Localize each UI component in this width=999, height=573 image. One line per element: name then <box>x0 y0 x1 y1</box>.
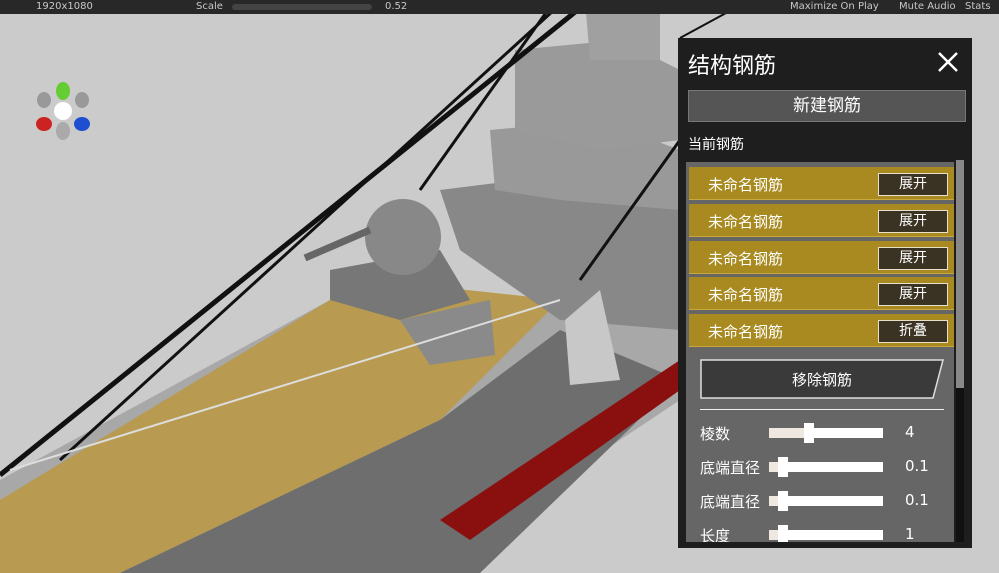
slider-value: 1 <box>905 525 915 542</box>
slider-track[interactable] <box>769 457 883 477</box>
scale-slider[interactable] <box>232 4 372 10</box>
orientation-gizmo-icon[interactable] <box>30 78 96 144</box>
slider-value: 0.1 <box>905 491 929 509</box>
slider-label: 底端直径 <box>700 459 761 477</box>
slider-track[interactable] <box>769 525 883 542</box>
slider-handle[interactable] <box>777 525 788 542</box>
slider-list: 棱数 4 底端直径 0.1 底端直径 0.1 长度 1 <box>678 38 954 542</box>
slider-handle[interactable] <box>777 457 788 477</box>
structural-rebar-panel: 结构钢筋 新建钢筋 当前钢筋 未命名钢筋 展开 未命名钢筋 展开 未命名钢筋 展开 未… <box>678 38 972 548</box>
slider-value: 4 <box>905 423 915 441</box>
slider-label: 棱数 <box>700 425 731 443</box>
slider-value: 0.1 <box>905 457 929 475</box>
slider-row: 底端直径 0.1 <box>700 453 950 483</box>
scale-label: Scale <box>196 1 223 12</box>
stats-toggle[interactable]: Stats <box>965 0 991 14</box>
slider-row: 棱数 4 <box>700 419 950 449</box>
slider-handle[interactable] <box>803 423 814 443</box>
game-view-toolbar: 1920x1080 Scale 0.52 Maximize On Play Mu… <box>0 0 999 14</box>
slider-handle[interactable] <box>777 491 788 511</box>
slider-track[interactable] <box>769 491 883 511</box>
scrollbar-thumb[interactable] <box>956 160 964 388</box>
slider-label: 底端直径 <box>700 493 761 511</box>
mute-audio-toggle[interactable]: Mute Audio <box>899 0 956 14</box>
slider-row: 长度 1 <box>700 521 950 542</box>
slider-label: 长度 <box>700 527 731 542</box>
slider-row: 底端直径 0.1 <box>700 487 950 517</box>
slider-track[interactable] <box>769 423 883 443</box>
resolution-label[interactable]: 1920x1080 <box>36 0 93 14</box>
maximize-on-play-toggle[interactable]: Maximize On Play <box>790 0 879 14</box>
scale-value: 0.52 <box>385 1 408 12</box>
